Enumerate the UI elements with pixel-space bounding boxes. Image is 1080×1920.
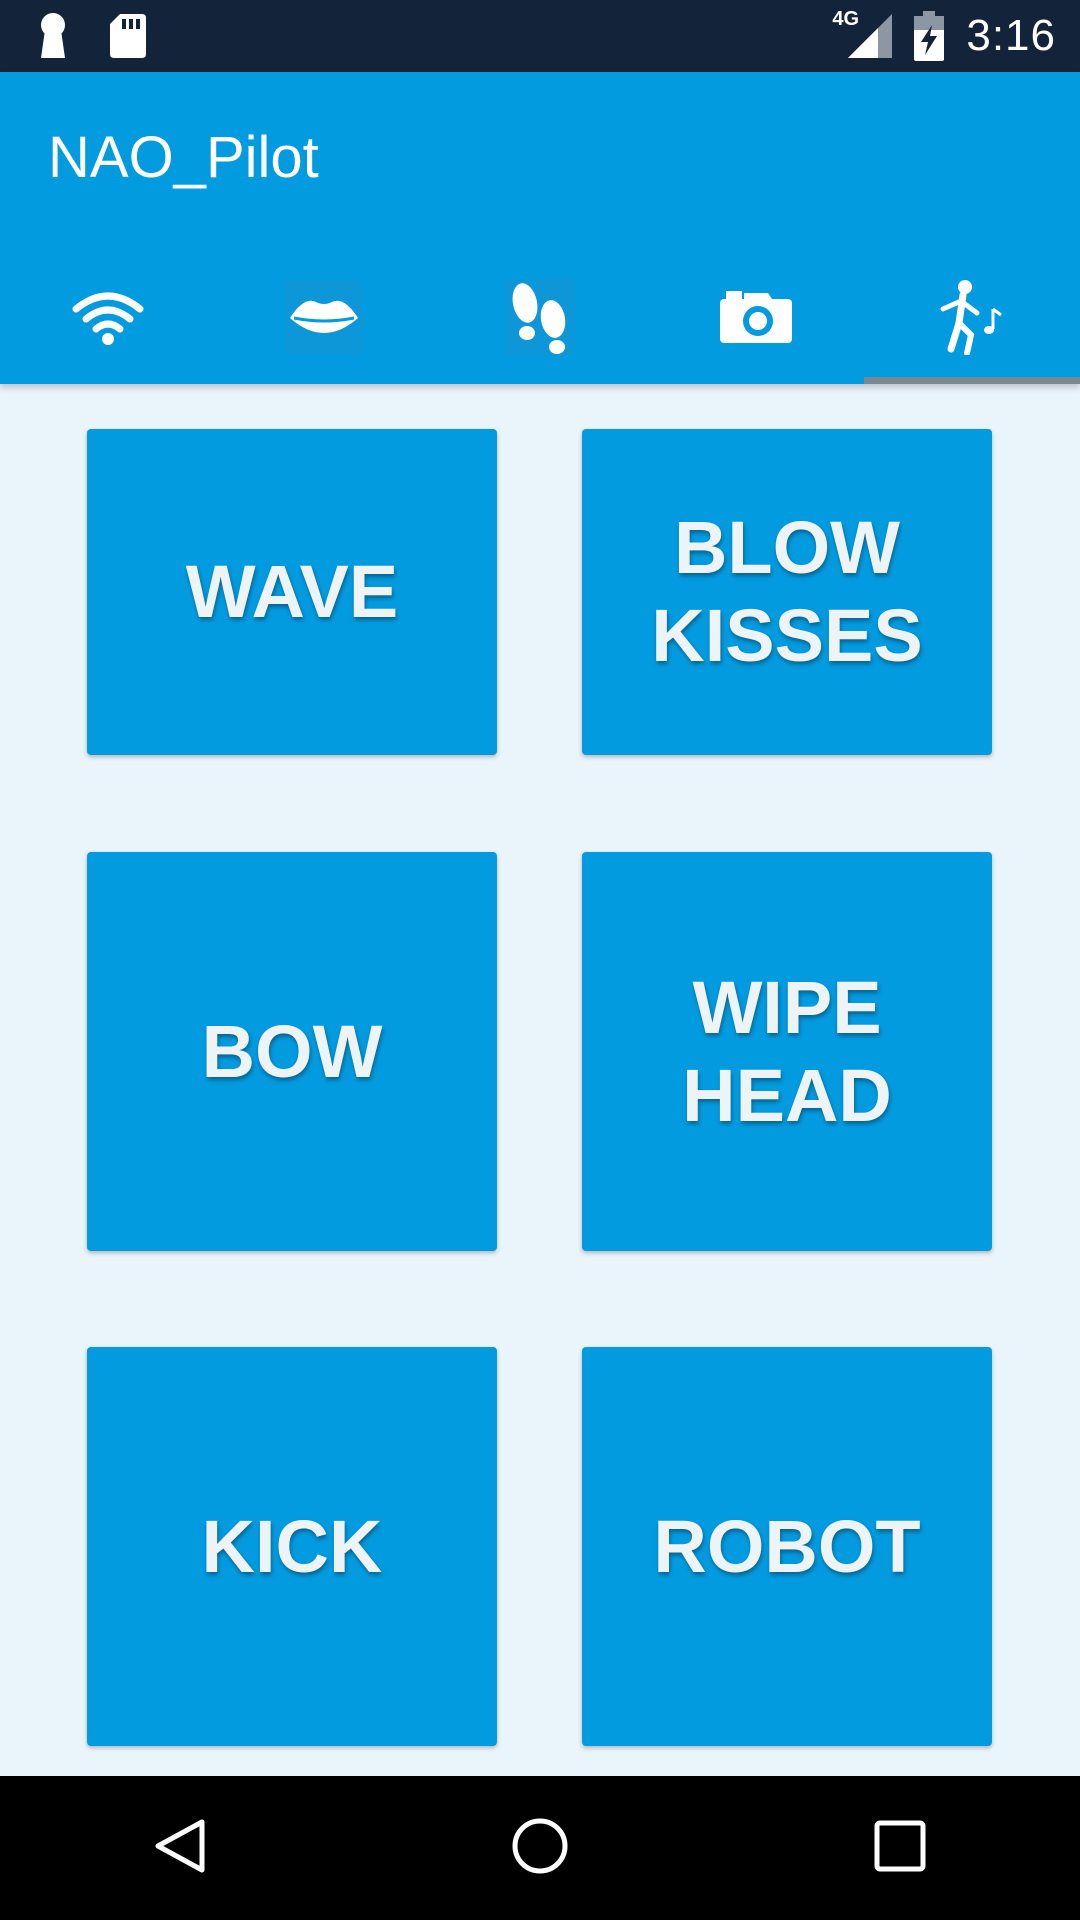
back-icon (150, 1816, 210, 1881)
app-title: NAO_Pilot (48, 125, 319, 190)
blow-kisses-button[interactable]: BLOW KISSES (582, 429, 992, 755)
network-type-label: 4G (832, 8, 860, 30)
recents-icon (870, 1816, 930, 1881)
wipe-head-button[interactable]: WIPE HEAD (582, 852, 992, 1251)
robot-button[interactable]: ROBOT (582, 1347, 992, 1746)
tab-camera[interactable] (648, 250, 864, 384)
sd-card-icon (110, 14, 146, 58)
tab-walk[interactable] (432, 250, 648, 384)
lips-icon (286, 280, 362, 354)
battery-charging-icon (914, 11, 945, 61)
signal-icon: 4G (832, 8, 893, 60)
back-button[interactable] (90, 1776, 270, 1920)
action-grid: WAVE BLOW KISSES BOW WIPE HEAD KICK ROBO… (0, 384, 1080, 1776)
status-bar: 4G 3:16 (0, 0, 1080, 72)
bow-button[interactable]: BOW (87, 852, 497, 1251)
wifi-icon (72, 289, 144, 345)
home-button[interactable] (450, 1776, 630, 1920)
selected-tab-indicator (864, 377, 1080, 384)
keyhole-icon (36, 12, 70, 60)
kick-button[interactable]: KICK (87, 1347, 497, 1746)
home-icon (510, 1816, 570, 1881)
app-bar: NAO_Pilot (0, 72, 1080, 384)
footprints-icon (505, 279, 575, 355)
recents-button[interactable] (810, 1776, 990, 1920)
camera-icon (718, 289, 794, 345)
wave-button[interactable]: WAVE (87, 429, 497, 755)
tab-bar (0, 250, 1080, 384)
tab-connection[interactable] (0, 250, 216, 384)
navigation-bar (0, 1776, 1080, 1920)
tab-dance[interactable] (864, 250, 1080, 384)
dancing-person-icon (937, 279, 1007, 355)
tab-speech[interactable] (216, 250, 432, 384)
status-clock: 3:16 (966, 11, 1056, 60)
